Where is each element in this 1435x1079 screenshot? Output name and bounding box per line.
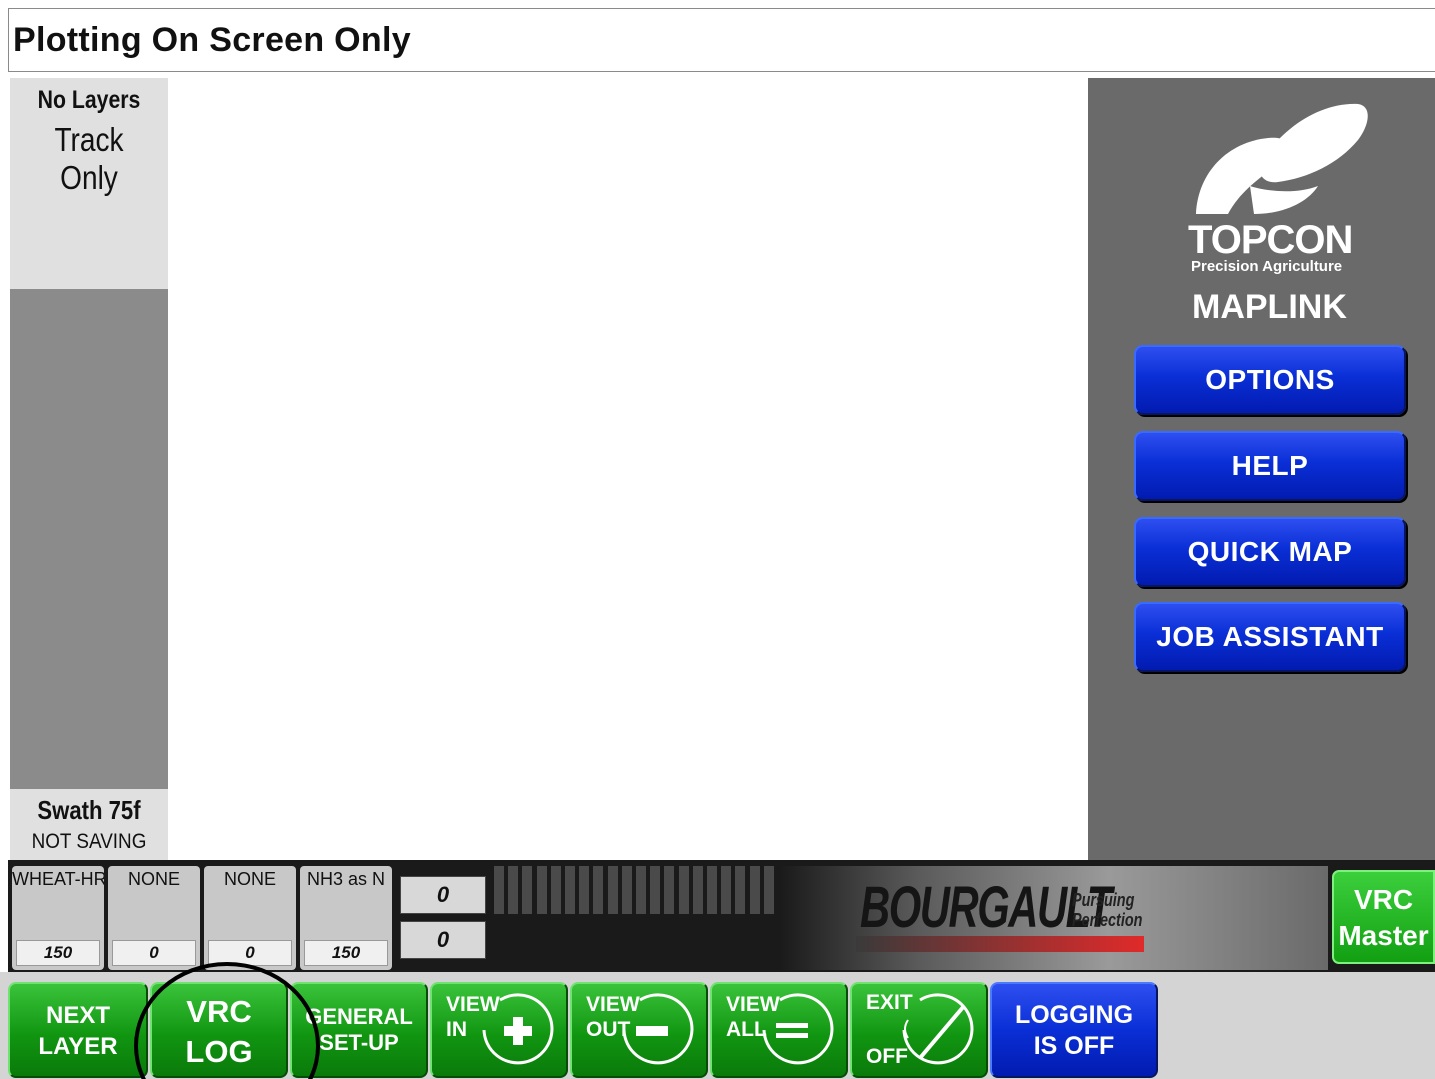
brand-name: TOPCON [1188,218,1353,262]
section-segment [692,866,703,914]
section-segment [707,866,717,914]
help-button[interactable]: HELP [1134,431,1406,501]
section-segment [607,866,618,914]
view-in-button[interactable]: VIEW IN [430,982,568,1078]
section-segment [721,866,732,914]
vrc-master-button[interactable]: VRC Master [1332,870,1435,964]
layer-info[interactable]: No Layers Track Only [10,78,168,289]
button-label: SET-UP [319,1030,399,1055]
product-name-label: NONE [223,869,276,889]
vrc-log-button[interactable]: VRC LOG [150,982,288,1078]
logging-toggle-button[interactable]: LOGGING IS OFF [990,982,1158,1078]
section-segment [735,866,746,914]
section-segment [621,866,632,914]
product-name-label: WHEAT-HR [12,869,104,889]
bourgault-banner: BOURGAULT Pursuing Perfection [780,866,1328,970]
product-rate: 150 [16,940,100,966]
button-label: LAYER [38,1033,118,1060]
exit-off-button[interactable]: EXIT OFF [850,982,988,1078]
product-name-label: NH3 as N [306,869,386,889]
general-setup-button[interactable]: GENERAL SET-UP [290,982,428,1078]
section-segment [749,866,760,914]
vrc-master-label: VRC [1353,884,1414,915]
layer-panel: No Layers Track Only Swath 75f NOT SAVIN… [10,78,168,860]
bourgault-stripe [856,936,1144,952]
mode-label: Track Only [54,121,124,196]
section-segment [650,866,661,914]
button-label: IS OFF [1033,1032,1115,1060]
button-label: LOGGING [1014,1001,1134,1029]
layers-label: No Layers [37,86,141,114]
options-button[interactable]: OPTIONS [1134,345,1406,415]
section-segment [664,866,675,914]
section-segment [508,866,519,914]
button-label: NEXT [45,1002,110,1029]
next-layer-button[interactable]: NEXT LAYER [8,982,148,1078]
saving-status: NOT SAVING [31,830,147,853]
section-bar-indicator [494,866,778,914]
zoom-all-icon [762,993,834,1065]
power-off-icon [902,993,974,1065]
bourgault-tagline: Perfection [1072,910,1143,930]
readout-value: 0 [400,876,486,914]
section-segment [763,866,774,914]
section-segment [678,866,689,914]
section-segment [494,866,504,914]
product-channel[interactable]: NONE 0 [108,866,200,970]
product-name: MAPLINK [1192,288,1347,326]
topcon-logo-icon [1196,103,1368,214]
side-menu: TOPCON Precision Agriculture MAPLINK OPT… [1088,78,1435,860]
product-channel[interactable]: NH3 as N 150 [300,866,392,970]
zoom-in-icon [482,993,554,1065]
product-rate: 0 [208,940,292,966]
page-title: Plotting On Screen Only [13,21,411,59]
brand-subtitle: Precision Agriculture [1191,258,1343,275]
section-segment [536,866,547,914]
swath-info: Swath 75f NOT SAVING [10,789,168,860]
title-bar: Plotting On Screen Only [8,8,1435,72]
section-segment [550,866,561,914]
product-name-label: NONE [127,869,180,889]
section-segment [636,866,646,914]
vrc-master-label: Master [1338,920,1429,951]
section-segment [522,866,533,914]
product-rate: 150 [304,940,388,966]
product-channel[interactable]: WHEAT-HR 150 [12,866,104,970]
bourgault-tagline: Pursuing [1072,890,1135,910]
section-segment [565,866,575,914]
swath-label: Swath 75f [37,795,141,825]
button-label: LOG [185,1034,253,1069]
product-channel[interactable]: NONE 0 [204,866,296,970]
readout-value: 0 [400,921,486,959]
map-canvas[interactable] [168,78,1088,860]
view-all-button[interactable]: VIEW ALL [710,982,848,1078]
job-assistant-button[interactable]: JOB ASSISTANT [1134,602,1406,672]
section-segment [593,866,604,914]
button-label: VRC [186,994,252,1029]
product-rate: 0 [112,940,196,966]
zoom-out-icon [622,993,694,1065]
section-segment [579,866,590,914]
view-out-button[interactable]: VIEW OUT [570,982,708,1078]
quick-map-button[interactable]: QUICK MAP [1134,517,1406,587]
button-label: GENERAL [305,1004,413,1029]
